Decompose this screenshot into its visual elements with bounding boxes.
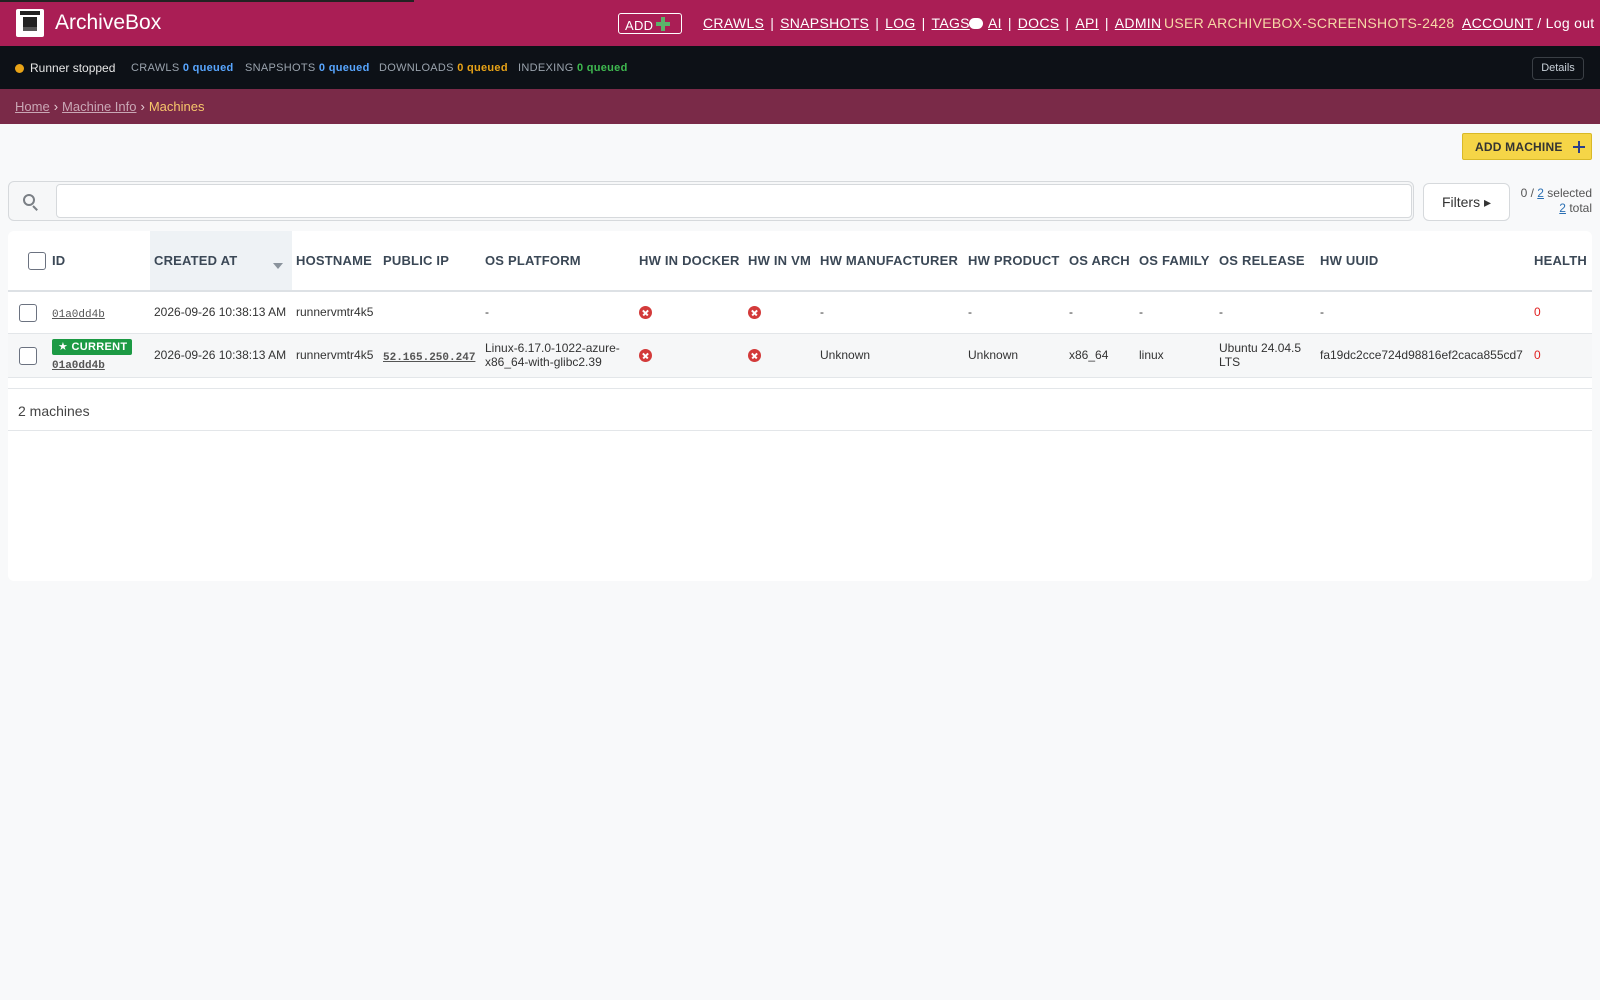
chat-icon [969, 18, 983, 29]
indexing-queued: 0 queued [576, 62, 628, 74]
row-os-platform: - [485, 305, 489, 319]
row-id-link[interactable]: 01a0dd4b [52, 360, 105, 372]
result-count: 2 machines [18, 403, 90, 419]
col-hostname[interactable]: HOSTNAME [296, 253, 372, 268]
filters-button[interactable]: Filters ▸ [1423, 183, 1510, 221]
col-hw-uuid[interactable]: HW UUID [1320, 253, 1378, 268]
row-checkbox[interactable] [19, 304, 37, 322]
select-all-link[interactable]: 2 [1537, 186, 1544, 200]
indexing-stat: INDEXING 0 queued [518, 62, 628, 74]
row-created-at: 2026-09-26 10:38:13 AM [154, 305, 287, 319]
runner-status-dot-icon [15, 64, 24, 73]
col-hw-product[interactable]: HW PRODUCT [968, 253, 1060, 268]
col-public-ip[interactable]: PUBLIC IP [383, 253, 449, 268]
row-os-arch: x86_64 [1069, 348, 1109, 362]
nav-admin[interactable]: ADMIN [1115, 15, 1162, 31]
row-health: 0 [1534, 305, 1541, 319]
account-nav: ACCOUNT / Log out [1462, 15, 1595, 31]
main-nav: CRAWLS | SNAPSHOTS | LOG | TAGS [703, 15, 970, 31]
user-label: USER ARCHIVEBOX-SCREENSHOTS-2428 [1164, 15, 1455, 31]
selection-info: 0 / 2 selected 2 total [1520, 186, 1592, 215]
breadcrumb-machine-info[interactable]: Machine Info [62, 99, 136, 114]
nav-account[interactable]: ACCOUNT [1462, 15, 1533, 31]
col-os-platform[interactable]: OS PLATFORM [485, 253, 581, 268]
header-divider [8, 290, 1592, 292]
row-hw-manufacturer: - [820, 305, 824, 319]
row-hw-product: Unknown [968, 348, 1019, 362]
brand-title[interactable]: ArchiveBox [55, 11, 161, 35]
col-os-arch[interactable]: OS ARCH [1069, 253, 1130, 268]
col-hw-in-docker[interactable]: HW IN DOCKER [639, 253, 740, 268]
row-os-release: - [1219, 305, 1223, 319]
row-health: 0 [1534, 348, 1541, 362]
row-os-arch: - [1069, 305, 1073, 319]
crawls-stat: CRAWLS 0 queued [131, 62, 234, 74]
nav-crawls[interactable]: CRAWLS [703, 15, 764, 31]
false-icon [639, 349, 652, 362]
nav-logout[interactable]: Log out [1546, 15, 1595, 31]
select-all-checkbox[interactable] [28, 252, 46, 270]
footer-bottom-divider [8, 430, 1592, 431]
runner-status: Runner stopped [30, 61, 116, 75]
row-os-platform: Linux-6.17.0-1022-azure-x86_64-with-glib… [485, 341, 620, 369]
search-icon[interactable] [23, 194, 39, 211]
row-os-release: Ubuntu 24.04.5 LTS [1219, 341, 1302, 369]
false-icon [748, 349, 761, 362]
nav-log[interactable]: LOG [885, 15, 915, 31]
nav-docs[interactable]: DOCS [1018, 15, 1060, 31]
row-public-ip-link[interactable]: 52.165.250.247 [383, 352, 475, 364]
snapshots-stat: SNAPSHOTS 0 queued [245, 62, 370, 74]
status-bar [0, 46, 1600, 89]
col-id[interactable]: ID [52, 253, 65, 268]
crawls-queued: 0 queued [182, 62, 234, 74]
plus-icon [1573, 141, 1585, 153]
snapshots-queued: 0 queued [318, 62, 370, 74]
add-button[interactable]: ADD [618, 13, 682, 34]
nav-tags[interactable]: TAGS [932, 15, 970, 31]
row-hw-manufacturer: Unknown [820, 348, 871, 362]
col-hw-manufacturer[interactable]: HW MANUFACTURER [820, 253, 958, 268]
nav-snapshots[interactable]: SNAPSHOTS [780, 15, 869, 31]
row-hw-product: - [968, 305, 972, 319]
search-bar [8, 181, 1414, 221]
row-hostname: runnervmtr4k5 [296, 348, 374, 362]
row-hw-uuid: fa19dc2cce724d98816ef2caca855cd7 [1320, 348, 1523, 362]
help-nav: AI | DOCS | API | ADMIN [969, 15, 1161, 31]
row-os-family: - [1139, 305, 1143, 319]
row-hostname: runnervmtr4k5 [296, 305, 374, 319]
row-divider [8, 377, 1592, 378]
col-health[interactable]: HEALTH [1534, 253, 1587, 268]
breadcrumb-home[interactable]: Home [15, 99, 50, 114]
nav-ai[interactable]: AI [988, 15, 1002, 31]
add-label: ADD [625, 18, 654, 33]
breadcrumb: Home › Machine Info › Machines [0, 89, 1600, 124]
total-link[interactable]: 2 [1559, 201, 1566, 215]
plus-icon [656, 17, 671, 31]
row-created-at: 2026-09-26 10:38:13 AM [154, 348, 287, 362]
add-machine-button[interactable]: ADD MACHINE [1462, 133, 1592, 160]
col-os-release[interactable]: OS RELEASE [1219, 253, 1305, 268]
nav-api[interactable]: API [1075, 15, 1098, 31]
breadcrumb-current: Machines [148, 99, 205, 114]
row-checkbox[interactable] [19, 347, 37, 365]
row-os-family: linux [1139, 348, 1164, 362]
downloads-stat: DOWNLOADS 0 queued [379, 62, 508, 74]
downloads-queued: 0 queued [457, 62, 508, 74]
add-machine-label: ADD MACHINE [1475, 140, 1563, 154]
sort-desc-icon[interactable] [273, 263, 283, 269]
row-id-link[interactable]: 01a0dd4b [52, 309, 105, 321]
top-header: ArchiveBox ADD CRAWLS | SNAPSHOTS | LOG | TAGS… [0, 0, 1600, 46]
search-input[interactable] [56, 184, 1412, 218]
archivebox-logo-icon[interactable] [16, 9, 44, 37]
progress-line [0, 0, 414, 2]
current-badge: ★ CURRENT [52, 339, 132, 355]
col-created-at[interactable]: CREATED AT [154, 253, 237, 268]
row-hw-uuid: - [1320, 305, 1324, 319]
col-os-family[interactable]: OS FAMILY [1139, 253, 1210, 268]
col-hw-in-vm[interactable]: HW IN VM [748, 253, 811, 268]
false-icon [639, 306, 652, 319]
details-button[interactable]: Details [1532, 57, 1584, 80]
footer-divider [8, 388, 1592, 389]
false-icon [748, 306, 761, 319]
